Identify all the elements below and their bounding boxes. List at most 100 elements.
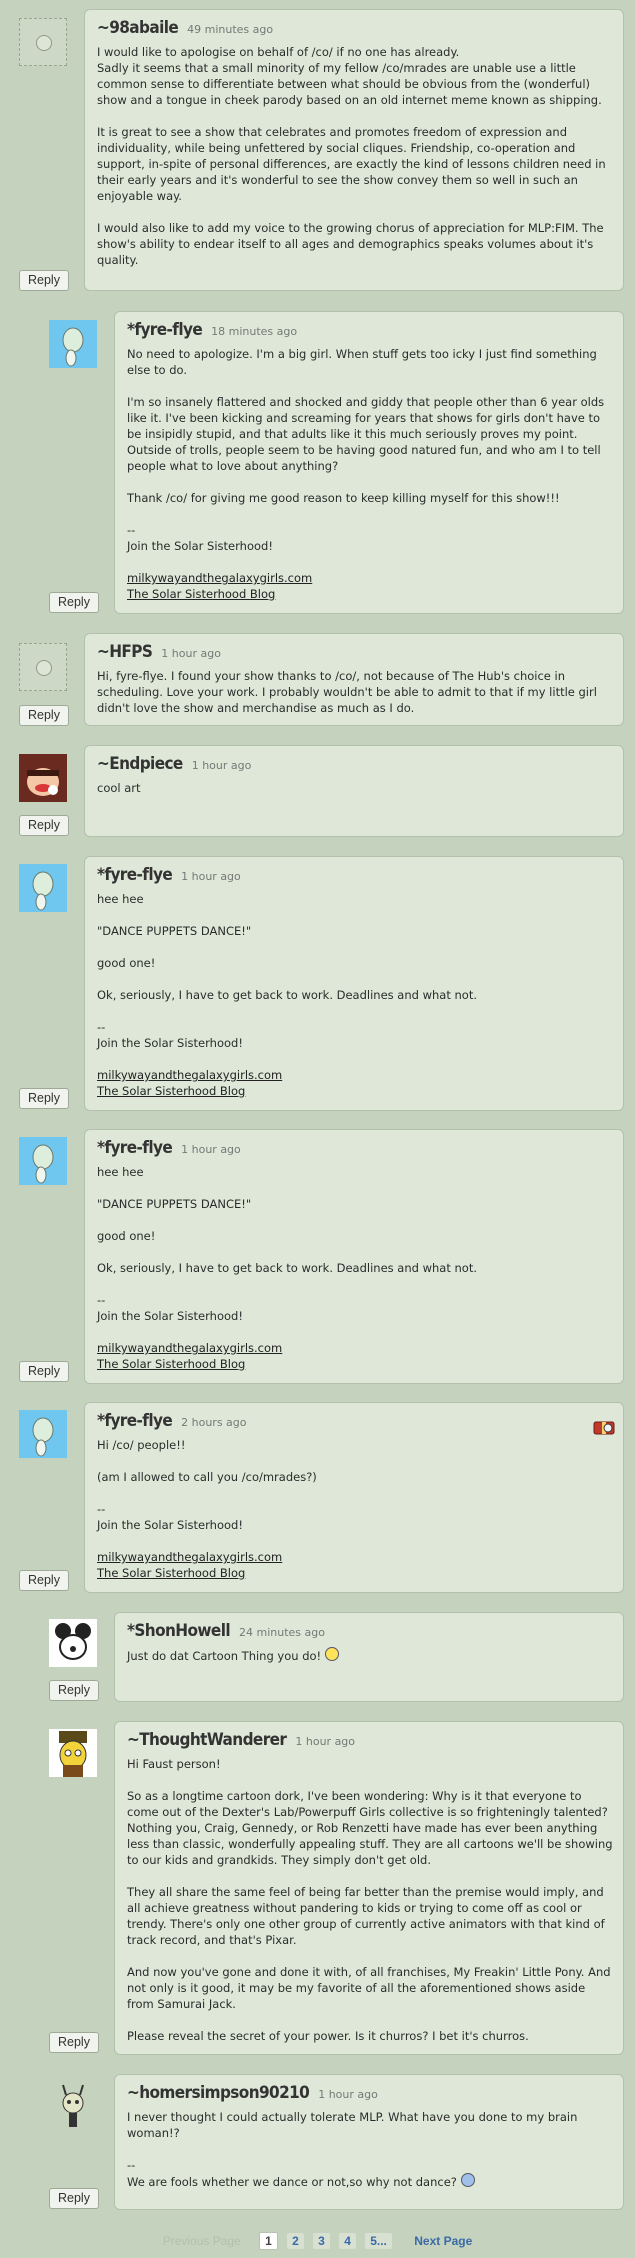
link-blog[interactable]: The Solar Sisterhood Blog <box>97 1566 245 1580</box>
signature: -- We are fools whether we dance or not,… <box>127 2158 457 2189</box>
reply-button[interactable]: Reply <box>49 592 99 613</box>
comment-text: No need to apologize. I'm a big girl. Wh… <box>127 347 597 377</box>
timestamp[interactable]: 1 hour ago <box>181 870 241 883</box>
pagination: Previous Page 1 2 3 4 5... Next Page <box>0 2232 635 2250</box>
reply-button[interactable]: Reply <box>19 270 69 291</box>
smiley-emoticon-icon <box>460 2173 475 2187</box>
username[interactable]: *fyre-flye <box>97 1411 173 1431</box>
reply-button[interactable]: Reply <box>19 1088 69 1109</box>
character-avatar-icon <box>59 1731 87 1777</box>
link-blog[interactable]: The Solar Sisterhood Blog <box>97 1084 245 1098</box>
comment-box: *fyre-flye 2 hours ago Hi /co/ people!! (… <box>84 1402 624 1593</box>
comment-text: good one! <box>97 1229 156 1243</box>
page-link[interactable]: 5... <box>365 2233 392 2249</box>
username[interactable]: *fyre-flye <box>127 320 203 340</box>
signature: -- Join the Solar Sisterhood! <box>97 1020 243 1050</box>
reply-button[interactable]: Reply <box>19 1361 69 1382</box>
comment-text: I never thought I could actually tolerat… <box>127 2110 578 2140</box>
character-avatar-icon <box>32 1144 54 1184</box>
avatar[interactable] <box>49 1619 97 1667</box>
username[interactable]: *fyre-flye <box>97 865 173 885</box>
avatar[interactable] <box>49 1729 97 1777</box>
timestamp[interactable]: 2 hours ago <box>181 1416 246 1429</box>
signature: -- Join the Solar Sisterhood! <box>127 523 273 553</box>
comment-text: So as a longtime cartoon dork, I've been… <box>127 1789 613 1867</box>
comment-text: hee hee <box>97 892 144 906</box>
comment-text: Ok, seriously, I have to get back to wor… <box>97 988 477 1002</box>
page-link[interactable]: 4 <box>339 2233 356 2249</box>
character-avatar-icon <box>62 327 84 367</box>
reply-button[interactable]: Reply <box>19 815 69 836</box>
comment-text: I would like to apologise on behalf of /… <box>97 45 602 107</box>
comment-text: cool art <box>97 781 141 795</box>
reply-button[interactable]: Reply <box>19 1570 69 1591</box>
comment-text: Please reveal the secret of your power. … <box>127 2029 529 2043</box>
timestamp[interactable]: 24 minutes ago <box>239 1626 325 1639</box>
comment-text: It is great to see a show that celebrate… <box>97 125 606 203</box>
comment-box: ~Endpiece 1 hour ago cool art <box>84 745 624 837</box>
avatar[interactable] <box>19 754 67 802</box>
avatar[interactable] <box>19 864 67 912</box>
comment-text: And now you've gone and done it with, of… <box>127 1965 611 2011</box>
reply-button[interactable]: Reply <box>49 1680 99 1701</box>
username[interactable]: ~ThoughtWanderer <box>127 1730 287 1750</box>
avatar[interactable] <box>19 1410 67 1458</box>
comment-text: They all share the same feel of being fa… <box>127 1885 605 1947</box>
username[interactable]: ~98abaile <box>97 18 179 38</box>
comment-text: hee hee <box>97 1165 144 1179</box>
comment-box: ~ThoughtWanderer 1 hour ago Hi Faust pers… <box>114 1721 624 2055</box>
reply-button[interactable]: Reply <box>49 2032 99 2053</box>
link-website[interactable]: milkywayandthegalaxygirls.com <box>97 1550 282 1564</box>
page-link[interactable]: 2 <box>287 2233 304 2249</box>
comment-text: "DANCE PUPPETS DANCE!" <box>97 1197 252 1211</box>
username[interactable]: ~Endpiece <box>97 754 183 774</box>
timestamp[interactable]: 1 hour ago <box>318 2088 378 2101</box>
reply-button[interactable]: Reply <box>19 705 69 726</box>
timestamp[interactable]: 1 hour ago <box>192 759 252 772</box>
signature: -- Join the Solar Sisterhood! <box>97 1502 243 1532</box>
character-avatar-icon <box>55 1623 91 1660</box>
character-avatar-icon <box>19 754 67 802</box>
avatar[interactable] <box>49 2083 97 2131</box>
avatar[interactable] <box>19 18 67 66</box>
page-link[interactable]: 3 <box>313 2233 330 2249</box>
link-website[interactable]: milkywayandthegalaxygirls.com <box>97 1341 282 1355</box>
comment-text: (am I allowed to call you /co/mrades?) <box>97 1470 317 1484</box>
character-avatar-icon <box>32 1417 54 1457</box>
username[interactable]: ~HFPS <box>97 642 153 662</box>
link-website[interactable]: milkywayandthegalaxygirls.com <box>127 571 312 585</box>
smiley-emoticon-icon <box>325 1647 340 1661</box>
timestamp[interactable]: 1 hour ago <box>161 647 221 660</box>
avatar[interactable] <box>49 320 97 368</box>
timestamp[interactable]: 1 hour ago <box>181 1143 241 1156</box>
timestamp[interactable]: 1 hour ago <box>295 1735 355 1748</box>
link-blog[interactable]: The Solar Sisterhood Blog <box>127 587 275 601</box>
comment-text: I would also like to add my voice to the… <box>97 221 604 267</box>
default-avatar-icon <box>36 660 52 676</box>
link-website[interactable]: milkywayandthegalaxygirls.com <box>97 1068 282 1082</box>
timestamp[interactable]: 18 minutes ago <box>211 325 297 338</box>
character-avatar-icon <box>32 871 54 911</box>
comment-text: good one! <box>97 956 156 970</box>
comment-box: *fyre-flye 1 hour ago hee hee "DANCE PUPP… <box>84 1129 624 1384</box>
username[interactable]: *ShonHowell <box>127 1621 231 1641</box>
username[interactable]: ~homersimpson90210 <box>127 2083 310 2103</box>
comment-box: *fyre-flye 1 hour ago hee hee "DANCE PUPP… <box>84 856 624 1111</box>
comment-text: "DANCE PUPPETS DANCE!" <box>97 924 252 938</box>
default-avatar-icon <box>36 35 52 51</box>
avatar[interactable] <box>19 1137 67 1185</box>
comment-box: ~HFPS 1 hour ago Hi, fyre-flye. I found y… <box>84 633 624 726</box>
reply-button[interactable]: Reply <box>49 2188 99 2209</box>
page-link-current[interactable]: 1 <box>259 2232 278 2250</box>
comment-text: Hi /co/ people!! <box>97 1438 186 1452</box>
avatar[interactable] <box>19 643 67 691</box>
link-blog[interactable]: The Solar Sisterhood Blog <box>97 1357 245 1371</box>
comment-box: ~98abaile 49 minutes ago I would like to … <box>84 9 624 291</box>
username[interactable]: *fyre-flye <box>97 1138 173 1158</box>
character-avatar-icon <box>62 2084 84 2127</box>
next-page-link[interactable]: Next Page <box>414 2234 472 2248</box>
comment-text: I'm so insanely flattered and shocked an… <box>127 395 605 473</box>
comment-text: Just do dat Cartoon Thing you do! <box>127 1649 322 1663</box>
timestamp[interactable]: 49 minutes ago <box>187 23 273 36</box>
previous-page-link: Previous Page <box>162 2234 241 2248</box>
